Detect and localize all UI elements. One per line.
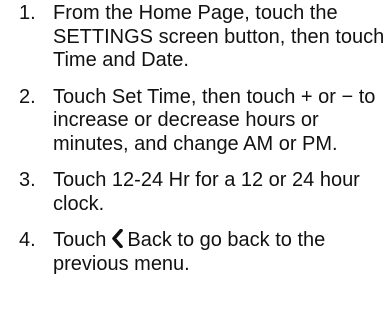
step-number: 4. [19,229,36,251]
step-number: 1. [19,2,36,24]
back-chevron-icon [112,229,124,248]
step-text: Touch Set Time, then touch + or − to inc… [53,85,376,155]
step-text: Touch 12-24 Hr for a 12 or 24 hour clock… [53,169,360,215]
step-1: 1. From the Home Page, touch the SETTING… [0,0,392,73]
step-text: From the Home Page, touch the SETTINGS s… [53,2,385,71]
step-text: Touch Back to go back to the previous men… [53,229,386,276]
step-2: 2. Touch Set Time, then touch + or − to … [0,86,392,157]
instruction-list: 1. From the Home Page, touch the SETTING… [0,0,392,276]
step-text-before-icon: Touch [53,229,107,251]
step-number: 2. [19,85,36,108]
step-3: 3. Touch 12-24 Hr for a 12 or 24 hour cl… [0,169,392,216]
step-number: 3. [19,169,36,191]
step-4: 4. Touch Back to go back to the previous … [0,229,392,276]
